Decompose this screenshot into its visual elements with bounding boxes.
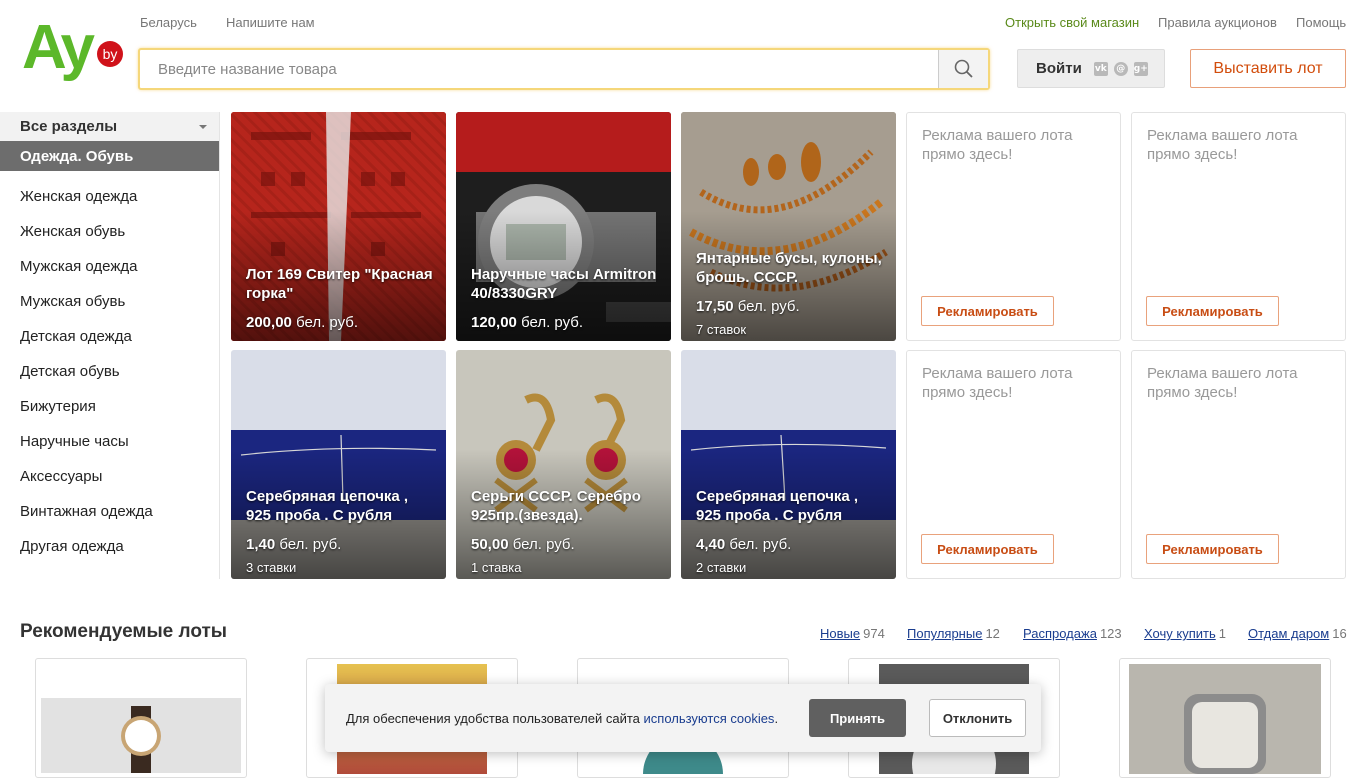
nav-help-link[interactable]: Помощь [1296,15,1346,30]
lot-title: Серьги СССР. Серебро 925пр.(звезда). [471,488,641,524]
tab-want-to-buy: Хочу купить 1 [1144,626,1226,641]
odnoklassniki-icon[interactable]: @ [1113,61,1128,76]
nav-open-shop-link[interactable]: Открыть свой магазин [1005,15,1139,30]
sidebar-item-men-clothing[interactable]: Мужская одежда [0,249,219,284]
nav-region-link[interactable]: Беларусь [140,15,197,30]
lot-title: Серебряная цепочка , 925 проба . С рубля [696,488,859,524]
advertise-button[interactable]: Рекламировать [921,296,1054,326]
sidebar-item-women-shoes[interactable]: Женская обувь [0,214,219,249]
recommended-title: Рекомендуемые лоты [20,621,228,642]
chevron-down-icon [199,125,207,129]
accept-cookies-button[interactable]: Принять [809,699,906,737]
lot-title: Лот 169 Свитер "Красная горка" [246,266,433,302]
recommended-image [1129,664,1321,774]
nav-contact-link[interactable]: Напишите нам [226,15,315,30]
lot-title: Наручные часы Armitron 40/8330GRY [471,266,657,302]
sidebar-item-other[interactable]: Другая одежда [0,529,219,564]
active-category[interactable]: Одежда. Обувь [0,141,219,171]
site-logo[interactable]: Ay by [22,13,126,84]
lot-title: Янтарные бусы, кулоны, брошь. СССР. [696,250,882,286]
ad-text: Реклама вашего лота прямо здесь! [1147,127,1298,163]
all-sections-dropdown[interactable]: Все разделы [0,112,219,141]
ad-slot: Реклама вашего лота прямо здесь! Реклами… [1131,112,1346,341]
lot-price: 120,00 бел. руб. [471,314,584,331]
lot-price: 4,40 бел. руб. [696,536,792,553]
sidebar-item-accessories[interactable]: Аксессуары [0,459,219,494]
lot-price: 50,00 бел. руб. [471,536,575,553]
logo-icon: Ay by [22,13,123,82]
search-input[interactable] [140,50,938,88]
cookie-policy-link[interactable]: используются cookies [644,711,775,726]
lot-price: 1,40 бел. руб. [246,536,342,553]
svg-text:Ay: Ay [22,18,95,82]
tab-want-to-buy-link[interactable]: Хочу купить [1144,626,1216,641]
tab-count: 123 [1099,626,1122,641]
tab-popular: Популярные 12 [907,626,1000,641]
cookie-banner: Для обеспечения удобства пользователей с… [325,684,1041,752]
recommended-image [41,698,241,773]
sidebar-item-jewelry[interactable]: Бижутерия [0,389,219,424]
tab-sale: Распродажа 123 [1023,626,1122,641]
lot-bids: 1 ставка [471,560,522,575]
sidebar-item-watches[interactable]: Наручные часы [0,424,219,459]
recommended-card[interactable] [1119,658,1331,778]
advertise-button[interactable]: Рекламировать [1146,534,1279,564]
search-button[interactable] [938,50,988,88]
sidebar-item-women-clothing[interactable]: Женская одежда [0,179,219,214]
lot-card[interactable]: Наручные часы Armitron 40/8330GRY 120,00… [456,112,671,341]
sidebar-item-kids-shoes[interactable]: Детская обувь [0,354,219,389]
advertise-button[interactable]: Рекламировать [1146,296,1279,326]
advertise-button[interactable]: Рекламировать [921,534,1054,564]
tab-sale-link[interactable]: Распродажа [1023,626,1097,641]
ad-slot: Реклама вашего лота прямо здесь! Реклами… [906,112,1121,341]
cookie-message: Для обеспечения удобства пользователей с… [346,711,640,726]
lot-card[interactable]: Серьги СССР. Серебро 925пр.(звезда). 50,… [456,350,671,579]
lot-card[interactable]: Янтарные бусы, кулоны, брошь. СССР. 17,5… [681,112,896,341]
ad-text: Реклама вашего лота прямо здесь! [922,127,1073,163]
tab-free-link[interactable]: Отдам даром [1248,626,1329,641]
login-button[interactable]: Войти vk @ g+ [1017,49,1165,88]
tab-new: Новые 974 [820,626,885,641]
category-sidebar: Все разделы Одежда. Обувь Женская одежда… [0,112,220,579]
lot-card[interactable]: Серебряная цепочка , 925 проба . С рубля… [681,350,896,579]
lot-bids: 3 ставки [246,560,297,575]
search-bar [138,48,990,90]
nav-rules-link[interactable]: Правила аукционов [1158,15,1277,30]
ad-slot: Реклама вашего лота прямо здесь! Реклами… [1131,350,1346,579]
lot-price: 17,50 бел. руб. [696,298,800,315]
decline-cookies-button[interactable]: Отклонить [929,699,1026,737]
lot-price: 200,00 бел. руб. [246,314,359,331]
sidebar-item-kids-clothing[interactable]: Детская одежда [0,319,219,354]
lot-title: Серебряная цепочка , 925 проба . С рубля [246,488,409,524]
tab-count: 16 [1332,626,1347,641]
sidebar-item-vintage[interactable]: Винтажная одежда [0,494,219,529]
lot-card[interactable]: Серебряная цепочка , 925 проба . С рубля… [231,350,446,579]
tab-count: 974 [863,626,885,641]
tab-free: Отдам даром 16 [1248,626,1347,641]
lot-card[interactable]: Лот 169 Свитер "Красная горка" 200,00 бе… [231,112,446,341]
ad-text: Реклама вашего лота прямо здесь! [922,365,1073,401]
tab-popular-link[interactable]: Популярные [907,626,982,641]
cookie-text: Для обеспечения удобства пользователей с… [346,711,779,726]
sell-lot-button[interactable]: Выставить лот [1190,49,1346,88]
google-plus-icon[interactable]: g+ [1133,61,1148,76]
vk-icon[interactable]: vk [1093,61,1108,76]
tab-count: 12 [985,626,1000,641]
ad-slot: Реклама вашего лота прямо здесь! Реклами… [906,350,1121,579]
tab-new-link[interactable]: Новые [820,626,860,641]
lot-bids: 2 ставки [696,560,747,575]
sidebar-item-men-shoes[interactable]: Мужская обувь [0,284,219,319]
ad-text: Реклама вашего лота прямо здесь! [1147,365,1298,401]
tab-count: 1 [1218,626,1226,641]
recommended-card[interactable] [35,658,247,778]
login-label: Войти [1036,60,1082,77]
lot-bids: 7 ставок [696,322,747,337]
all-sections-label: Все разделы [20,118,118,135]
search-icon [954,59,973,78]
category-list: Женская одежда Женская обувь Мужская оде… [0,171,219,564]
svg-text:by: by [103,46,118,62]
